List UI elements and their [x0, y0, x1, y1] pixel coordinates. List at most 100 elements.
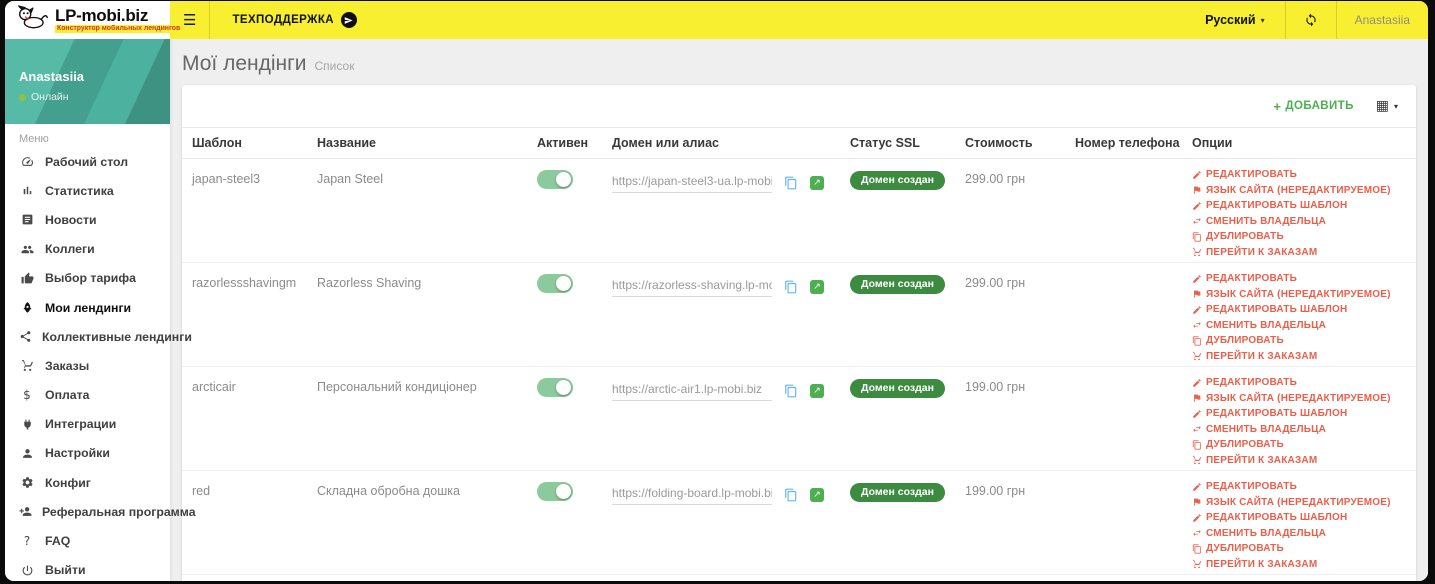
option-duplicate[interactable]: ДУБЛИРОВАТЬ: [1192, 543, 1406, 554]
column-header: Статус SSL: [840, 127, 955, 159]
option-label: ДУБЛИРОВАТЬ: [1206, 335, 1284, 346]
open-site-icon[interactable]: ↗: [810, 279, 824, 294]
option-site-language[interactable]: ЯЗЫК САЙТА (НЕРЕДАКТИРУЕМОЕ): [1192, 497, 1406, 508]
column-header: Опции: [1182, 127, 1416, 159]
copy-domain-icon[interactable]: [784, 280, 798, 294]
domain-input[interactable]: [612, 380, 772, 401]
sidebar: Anastasiia Онлайн Меню Рабочий стол Стати…: [5, 39, 196, 581]
hamburger-icon[interactable]: ☰: [170, 11, 209, 29]
support-button[interactable]: ТЕХПОДДЕРЖКА: [210, 12, 379, 28]
sidebar-item-payment[interactable]: $ Оплата: [5, 381, 170, 410]
sidebar-item-collective-landings[interactable]: Коллективные лендинги: [5, 322, 192, 351]
app-window: LP-mobi.biz Конструктор мобильных лендин…: [5, 1, 1428, 581]
domain-input[interactable]: [612, 172, 772, 193]
option-duplicate[interactable]: ДУБЛИРОВАТЬ: [1192, 335, 1406, 346]
option-edit[interactable]: РЕДАКТИРОВАТЬ: [1192, 377, 1406, 388]
sidebar-item-label: Оплата: [45, 388, 90, 403]
domain-input[interactable]: [612, 484, 772, 505]
language-select[interactable]: Русский ▾: [1185, 13, 1285, 27]
copy-icon: [1192, 439, 1202, 450]
table-row: razorlessshavingm Razorless Shaving ↗ Домен…: [182, 262, 1416, 367]
sidebar-item-settings[interactable]: Настройки: [5, 439, 170, 468]
open-site-icon[interactable]: ↗: [810, 487, 824, 502]
active-toggle[interactable]: [537, 482, 573, 501]
sidebar-item-faq[interactable]: ? FAQ: [5, 526, 170, 555]
option-edit[interactable]: РЕДАКТИРОВАТЬ: [1192, 481, 1406, 492]
sidebar-item-orders[interactable]: Заказы: [5, 351, 170, 380]
option-go-to-orders[interactable]: ПЕРЕЙТИ К ЗАКАЗАМ: [1192, 247, 1406, 258]
sidebar-item-statistics[interactable]: Статистика: [5, 176, 170, 205]
copy-domain-icon[interactable]: [784, 384, 798, 398]
open-site-icon[interactable]: ↗: [810, 383, 824, 398]
option-edit-template[interactable]: РЕДАКТИРОВАТЬ ШАБЛОН: [1192, 408, 1406, 419]
sidebar-item-integrations[interactable]: Интеграции: [5, 410, 170, 439]
active-toggle[interactable]: [537, 378, 573, 397]
option-change-owner[interactable]: СМЕНИТЬ ВЛАДЕЛЬЦА: [1192, 424, 1406, 435]
sidebar-item-logout[interactable]: Выйти: [5, 556, 170, 581]
sidebar-item-config[interactable]: Конфиг: [5, 468, 170, 497]
active-toggle[interactable]: [537, 170, 573, 189]
copy-domain-icon[interactable]: [784, 488, 798, 502]
logo[interactable]: LP-mobi.biz Конструктор мобильных лендин…: [5, 1, 183, 39]
language-label: Русский: [1205, 13, 1256, 27]
layout-toggle-button[interactable]: ▦ ▾: [1376, 98, 1398, 114]
content-area: Мої лендінги Список + ДОБАВИТЬ ▦ ▾ Шабло…: [170, 39, 1428, 581]
sidebar-item-referral[interactable]: Реферальная программа: [5, 497, 196, 526]
logo-dog-icon: [15, 4, 49, 36]
ssl-status-badge: Домен создан: [850, 379, 945, 398]
name-cell: Razorless Shaving: [317, 276, 422, 290]
option-label: СМЕНИТЬ ВЛАДЕЛЬЦА: [1206, 423, 1327, 435]
option-label: ПЕРЕЙТИ К ЗАКАЗАМ: [1206, 558, 1318, 570]
option-change-owner[interactable]: СМЕНИТЬ ВЛАДЕЛЬЦА: [1192, 528, 1406, 539]
option-go-to-orders[interactable]: ПЕРЕЙТИ К ЗАКАЗАМ: [1192, 559, 1406, 570]
cart-icon: [1192, 455, 1202, 465]
domain-input[interactable]: [612, 276, 772, 297]
option-site-language[interactable]: ЯЗЫК САЙТА (НЕРЕДАКТИРУЕМОЕ): [1192, 289, 1406, 300]
option-edit[interactable]: РЕДАКТИРОВАТЬ: [1192, 273, 1406, 284]
sidebar-item-my-landings[interactable]: Мои лендинги: [5, 293, 170, 322]
option-label: СМЕНИТЬ ВЛАДЕЛЬЦА: [1206, 215, 1327, 227]
option-change-owner[interactable]: СМЕНИТЬ ВЛАДЕЛЬЦА: [1192, 216, 1406, 227]
toggle-knob: [556, 380, 571, 395]
swap-icon: [1192, 528, 1202, 538]
option-label: ЯЗЫК САЙТА (НЕРЕДАКТИРУЕМОЕ): [1206, 184, 1391, 196]
table-row: red Складна обробна дошка ↗ Домен создан 199…: [182, 470, 1416, 575]
option-site-language[interactable]: ЯЗЫК САЙТА (НЕРЕДАКТИРУЕМОЕ): [1192, 185, 1406, 196]
option-go-to-orders[interactable]: ПЕРЕЙТИ К ЗАКАЗАМ: [1192, 455, 1406, 466]
option-edit-template[interactable]: РЕДАКТИРОВАТЬ ШАБЛОН: [1192, 304, 1406, 315]
option-site-language[interactable]: ЯЗЫК САЙТА (НЕРЕДАКТИРУЕМОЕ): [1192, 393, 1406, 404]
price-cell: 299.00 грн: [965, 172, 1026, 186]
add-button-label: ДОБАВИТЬ: [1285, 100, 1354, 112]
cart-icon: [1192, 559, 1202, 569]
option-change-owner[interactable]: СМЕНИТЬ ВЛАДЕЛЬЦА: [1192, 320, 1406, 331]
option-go-to-orders[interactable]: ПЕРЕЙТИ К ЗАКАЗАМ: [1192, 351, 1406, 362]
sidebar-item-tariff[interactable]: Выбор тарифа: [5, 264, 170, 293]
options-cell: РЕДАКТИРОВАТЬЯЗЫК САЙТА (НЕРЕДАКТИРУЕМОЕ…: [1182, 574, 1416, 581]
open-site-icon[interactable]: ↗: [810, 175, 824, 190]
active-toggle[interactable]: [537, 274, 573, 293]
landings-card: + ДОБАВИТЬ ▦ ▾ Шаблон Название Активен Доме…: [182, 85, 1416, 581]
option-edit[interactable]: РЕДАКТИРОВАТЬ: [1192, 169, 1406, 180]
toggle-knob: [556, 276, 571, 291]
column-header: Стоимость: [955, 127, 1065, 159]
online-status-dot: [19, 93, 26, 101]
page-header: Мої лендінги Список: [170, 39, 1428, 85]
option-label: РЕДАКТИРОВАТЬ: [1206, 481, 1297, 492]
option-edit-template[interactable]: РЕДАКТИРОВАТЬ ШАБЛОН: [1192, 200, 1406, 211]
column-header: Название: [307, 127, 527, 159]
price-cell: 199.00 грн: [965, 484, 1026, 498]
sidebar-item-dashboard[interactable]: Рабочий стол: [5, 147, 170, 176]
sidebar-item-news[interactable]: Новости: [5, 205, 170, 234]
add-button[interactable]: + ДОБАВИТЬ: [1273, 99, 1353, 114]
refresh-button[interactable]: [1286, 13, 1336, 27]
account-button[interactable]: Anastasiia: [1337, 13, 1428, 27]
sidebar-item-colleagues[interactable]: Коллеги: [5, 235, 170, 264]
option-edit-template[interactable]: РЕДАКТИРОВАТЬ ШАБЛОН: [1192, 512, 1406, 523]
option-label: РЕДАКТИРОВАТЬ: [1206, 273, 1297, 284]
table-row: clothes and shoesЧоловічі кросівки↗Домен…: [182, 574, 1416, 581]
copy-domain-icon[interactable]: [784, 176, 798, 190]
telegram-icon: [340, 12, 357, 28]
question-icon: ?: [23, 534, 31, 549]
option-duplicate[interactable]: ДУБЛИРОВАТЬ: [1192, 231, 1406, 242]
option-duplicate[interactable]: ДУБЛИРОВАТЬ: [1192, 439, 1406, 450]
